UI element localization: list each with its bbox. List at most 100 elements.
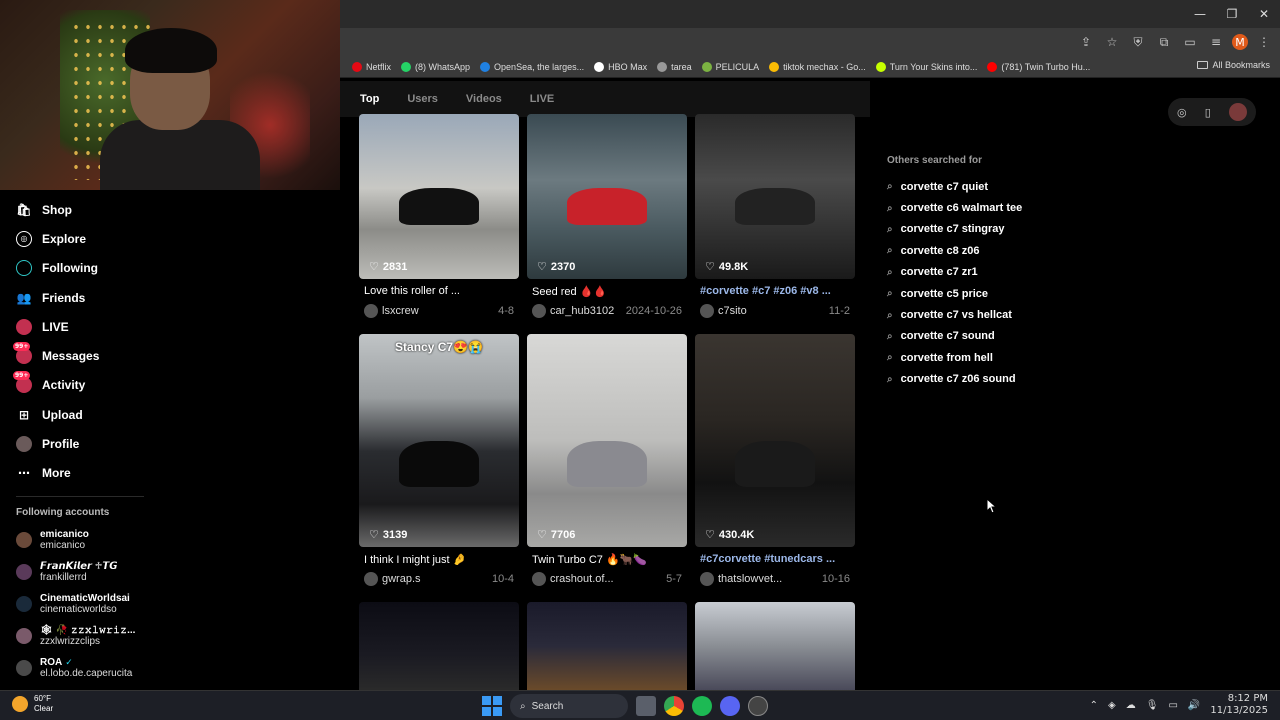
activity-icon: 99+ xyxy=(13,371,32,394)
clock[interactable]: 8:12 PM 11/13/2025 xyxy=(1210,693,1268,717)
bookmark-item[interactable]: tarea xyxy=(657,61,692,72)
account-handle: emicanico xyxy=(40,539,86,551)
bookmark-item[interactable]: OpenSea, the larges... xyxy=(480,61,584,72)
mic-icon[interactable]: 🎙 xyxy=(1146,700,1159,711)
video-thumbnail[interactable]: ♡ 7706 xyxy=(527,334,687,547)
search-suggestion[interactable]: ⌕ corvette c7 quiet xyxy=(887,176,1022,197)
user-avatar[interactable] xyxy=(1228,103,1247,121)
discord-icon[interactable] xyxy=(720,696,740,716)
author-avatar xyxy=(532,572,546,586)
video-caption[interactable]: I think I might just 🤌 xyxy=(359,553,519,567)
video-date: 11-2 xyxy=(828,305,850,317)
search-suggestion[interactable]: ⌕ corvette c6 walmart tee xyxy=(887,197,1022,218)
bookmark-item[interactable]: (781) Twin Turbo Hu... xyxy=(987,61,1090,72)
bookmark-favicon-icon xyxy=(701,61,712,72)
video-author[interactable]: c7sito xyxy=(700,304,747,318)
sidebar-item-shop[interactable]: 🛍 Shop xyxy=(0,195,150,224)
following-account[interactable]: 🕸 🥀 𝚣𝚣𝚡𝚕𝚠𝚛𝚒𝚣... zzxlwrizzclips xyxy=(0,620,150,652)
bookmark-item[interactable]: Netflix xyxy=(352,61,391,72)
search-suggestion[interactable]: ⌕ corvette from hell xyxy=(887,347,1022,368)
video-author[interactable]: crashout.of... xyxy=(532,572,614,586)
video-thumbnail[interactable] xyxy=(359,602,519,690)
menu-dots-icon[interactable]: ⋮ xyxy=(1254,32,1274,52)
sidebar-item-explore[interactable]: ◎ Explore xyxy=(0,224,150,253)
bookmark-item[interactable]: Turn Your Skins into... xyxy=(875,61,977,72)
sidebar-item-live[interactable]: LIVE xyxy=(0,312,150,341)
bookmark-item[interactable]: HBO Max xyxy=(594,61,647,72)
task-view-icon[interactable] xyxy=(636,696,656,716)
video-author[interactable]: lsxcrew xyxy=(364,304,419,318)
windows-start-icon[interactable] xyxy=(482,696,502,716)
sidebar-item-profile[interactable]: Profile xyxy=(0,429,150,458)
video-caption[interactable]: #corvette #c7 #z06 #v8 ... xyxy=(695,285,855,299)
video-card[interactable]: Stancy C7😍😭 ♡ 3139 I think I might just 🤌 gw… xyxy=(359,334,519,586)
tab-top[interactable]: Top xyxy=(360,93,379,105)
video-author[interactable]: thatslowvet... xyxy=(700,572,782,586)
video-caption[interactable]: #c7corvette #tunedcars ... xyxy=(695,553,855,567)
search-suggestion[interactable]: ⌕ corvette c7 zr1 xyxy=(887,262,1022,283)
bookmark-item[interactable]: (8) WhatsApp xyxy=(401,61,470,72)
search-suggestion[interactable]: ⌕ corvette c5 price xyxy=(887,283,1022,304)
video-thumbnail[interactable] xyxy=(695,602,855,690)
compass-icon[interactable]: ◎ xyxy=(1177,106,1187,119)
search-suggestion[interactable]: ⌕ corvette c7 vs hellcat xyxy=(887,304,1022,325)
sidebar-item-following[interactable]: Following xyxy=(0,254,150,283)
video-card[interactable]: ♡ 7706 Twin Turbo C7 🔥🐂🍆 crashout.of... 5-7 xyxy=(527,334,687,586)
all-bookmarks-button[interactable]: All Bookmarks xyxy=(1197,60,1270,70)
video-thumbnail[interactable] xyxy=(527,602,687,690)
taskbar-search[interactable]: ⌕ Search xyxy=(510,694,628,718)
settings-gear-icon[interactable] xyxy=(748,696,768,716)
video-thumbnail[interactable]: ♡ 49.8K xyxy=(695,114,855,279)
video-thumbnail[interactable]: ♡ 2831 xyxy=(359,114,519,279)
video-caption[interactable]: Seed red 🩸🩸 xyxy=(527,285,687,299)
search-suggestion[interactable]: ⌕ corvette c7 z06 sound xyxy=(887,369,1022,390)
tab-live[interactable]: LIVE xyxy=(530,93,554,105)
bookmark-star-icon[interactable]: ☆ xyxy=(1102,32,1122,52)
video-thumbnail[interactable]: ♡ 2370 xyxy=(527,114,687,279)
tab-users[interactable]: Users xyxy=(407,93,438,105)
minimize-icon[interactable]: — xyxy=(1184,0,1216,28)
tab-videos[interactable]: Videos xyxy=(466,93,502,105)
video-card[interactable]: ♡ 2831 Love this roller of ... lsxcrew 4-8 xyxy=(359,114,519,318)
search-suggestion[interactable]: ⌕ corvette c8 z06 xyxy=(887,240,1022,261)
restore-icon[interactable]: ❐ xyxy=(1216,0,1248,28)
extensions-icon[interactable]: ⧉ xyxy=(1154,32,1174,52)
tray-chevron-icon[interactable]: ⌃ xyxy=(1090,700,1098,711)
speaker-icon[interactable]: 🔊 xyxy=(1188,700,1200,711)
search-suggestion[interactable]: ⌕ corvette c7 sound xyxy=(887,326,1022,347)
sidebar-item-messages[interactable]: 99+ Messages xyxy=(0,341,150,370)
tray-app-icon[interactable]: ◈ xyxy=(1108,700,1116,711)
profile-avatar[interactable]: M xyxy=(1232,34,1248,50)
weather-widget[interactable]: 60°F Clear xyxy=(12,694,53,714)
video-card[interactable]: ♡ 49.8K #corvette #c7 #z06 #v8 ... c7sito 11… xyxy=(695,114,855,318)
onedrive-icon[interactable]: ☁ xyxy=(1126,700,1136,711)
video-author[interactable]: gwrap.s xyxy=(364,572,421,586)
video-thumbnail[interactable]: ♡ 430.4K xyxy=(695,334,855,547)
following-account[interactable]: CinematicWorldsai cinematicworldso xyxy=(0,588,150,620)
install-app-icon[interactable]: ⇪ xyxy=(1076,32,1096,52)
following-account[interactable]: emicanico emicanico xyxy=(0,524,150,556)
video-caption[interactable]: Love this roller of ... xyxy=(359,285,519,299)
spotify-icon[interactable] xyxy=(692,696,712,716)
video-card[interactable]: ♡ 430.4K #c7corvette #tunedcars ... thatslo… xyxy=(695,334,855,586)
video-card[interactable]: ♡ 2370 Seed red 🩸🩸 car_hub3102 2024-10-26 xyxy=(527,114,687,318)
sidebar-item-more[interactable]: ⋯ More xyxy=(0,459,150,488)
sidebar-item-upload[interactable]: ⊞ Upload xyxy=(0,400,150,429)
phone-icon[interactable]: ▯ xyxy=(1205,106,1211,119)
video-caption[interactable]: Twin Turbo C7 🔥🐂🍆 xyxy=(527,553,687,567)
video-author[interactable]: car_hub3102 xyxy=(532,304,614,318)
media-icon[interactable]: ≡ xyxy=(1206,32,1226,52)
video-thumbnail[interactable]: Stancy C7😍😭 ♡ 3139 xyxy=(359,334,519,547)
close-icon[interactable]: ✕ xyxy=(1248,0,1280,28)
following-account[interactable]: ROA ✓ el.lobo.de.caperucita xyxy=(0,652,150,684)
sidebar-item-friends[interactable]: 👥 Friends xyxy=(0,283,150,312)
shield-icon[interactable]: ⛨ xyxy=(1128,32,1148,52)
sidebar-item-activity[interactable]: 99+ Activity xyxy=(0,371,150,400)
bookmark-item[interactable]: tiktok mechax - Go... xyxy=(769,61,866,72)
display-icon[interactable]: ▭ xyxy=(1168,700,1177,711)
cast-icon[interactable]: ▭ xyxy=(1180,32,1200,52)
chrome-icon[interactable] xyxy=(664,696,684,716)
following-account[interactable]: 𝙁𝙧𝙖𝙣𝙆𝙞𝙡𝙚𝙧 ♱𝙏𝙂 frankillerrd xyxy=(0,556,150,588)
search-suggestion[interactable]: ⌕ corvette c7 stingray xyxy=(887,219,1022,240)
bookmark-item[interactable]: PELICULA xyxy=(701,61,759,72)
